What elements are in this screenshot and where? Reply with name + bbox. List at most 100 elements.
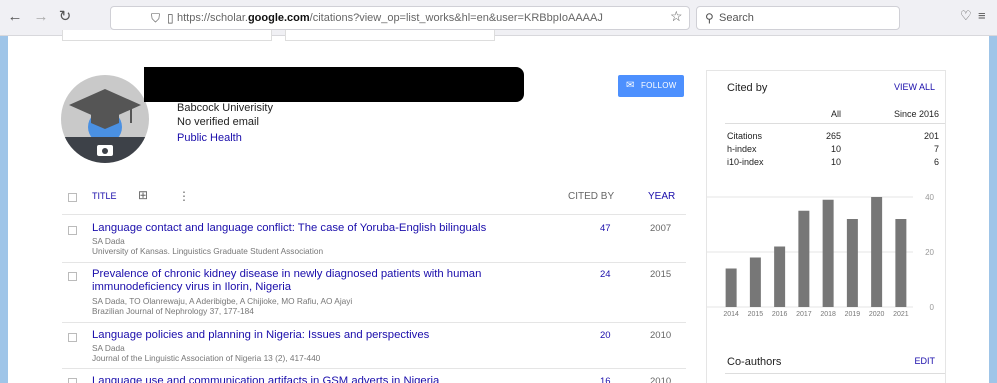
coauthors-divider xyxy=(725,373,945,374)
bar-2021[interactable] xyxy=(895,219,907,307)
avatar[interactable] xyxy=(61,75,149,163)
frame-right xyxy=(989,36,997,383)
search-icon: ⚲ xyxy=(705,11,714,25)
x-tick-label: 2018 xyxy=(820,311,836,318)
graduation-cap-avatar-icon xyxy=(61,89,149,163)
stats-col-all: All xyxy=(831,109,842,119)
x-tick-label: 2019 xyxy=(845,311,861,318)
redacted-name xyxy=(144,67,524,102)
article-year: 2010 xyxy=(650,330,672,341)
url-domain: google.com xyxy=(247,12,310,24)
citations-bar-chart: 40 20 0 2014 2015 2016 2017 2018 2019 2020 2021 xyxy=(707,193,935,318)
row-divider xyxy=(62,322,686,323)
page-icon[interactable]: ▯ xyxy=(167,11,174,25)
sort-by-cited[interactable]: CITED BY xyxy=(568,191,614,202)
back-icon[interactable]: ← xyxy=(6,8,24,26)
coauthors-heading: Co-authors xyxy=(727,356,782,368)
row-checkbox[interactable] xyxy=(68,272,77,281)
y-tick-label: 20 xyxy=(925,248,934,257)
article-venue: Journal of the Linguistic Association of… xyxy=(92,353,321,363)
research-interest-link[interactable]: Public Health xyxy=(177,132,242,144)
cited-by-link[interactable]: 20 xyxy=(600,330,611,341)
cited-by-link[interactable]: 16 xyxy=(600,376,611,383)
table-row: Language policies and planning in Nigeri… xyxy=(62,329,686,367)
article-title-link[interactable]: Language use and communication artifacts… xyxy=(92,375,522,383)
bar-2017[interactable] xyxy=(798,210,810,307)
article-authors: SA Dada xyxy=(92,343,125,353)
row-divider xyxy=(62,262,686,263)
table-row: Prevalence of chronic kidney disease in … xyxy=(62,268,686,320)
article-title-link[interactable]: Language policies and planning in Nigeri… xyxy=(92,329,522,342)
y-tick-label: 40 xyxy=(925,193,934,202)
browser-search-input[interactable]: ⚲ Search xyxy=(696,6,900,30)
frame-left xyxy=(0,36,8,383)
affiliation: Babcock Univerisity xyxy=(177,102,273,114)
y-tick-label: 0 xyxy=(930,303,935,312)
search-placeholder: Search xyxy=(719,12,754,24)
row-checkbox[interactable] xyxy=(68,378,77,383)
x-tick-label: 2016 xyxy=(772,311,788,318)
follow-label: FOLLOW xyxy=(641,81,677,90)
stat-since: 7 xyxy=(933,144,939,154)
article-title-link[interactable]: Prevalence of chronic kidney disease in … xyxy=(92,268,522,294)
x-tick-label: 2015 xyxy=(748,311,764,318)
x-tick-label: 2017 xyxy=(796,311,812,318)
stat-since: 6 xyxy=(933,157,939,167)
article-title-link[interactable]: Language contact and language conflict: … xyxy=(92,222,522,235)
bookmark-star-icon[interactable]: ☆ xyxy=(670,8,683,25)
table-row: Language use and communication artifacts… xyxy=(62,375,686,383)
article-venue: University of Kansas. Linguistics Gradua… xyxy=(92,246,324,256)
bar-2014[interactable] xyxy=(725,268,737,308)
more-options-icon[interactable]: ⋮ xyxy=(178,189,190,203)
bar-2015[interactable] xyxy=(749,257,761,308)
article-venue: Brazilian Journal of Nephrology 37, 177-… xyxy=(92,306,254,316)
row-checkbox[interactable] xyxy=(68,333,77,342)
select-all-checkbox[interactable] xyxy=(68,193,77,202)
article-year: 2010 xyxy=(650,376,672,383)
stats-col-since: Since 2016 xyxy=(893,109,939,119)
stats-divider xyxy=(725,123,945,124)
article-year: 2007 xyxy=(650,223,672,234)
menu-icon[interactable]: ≡ xyxy=(978,8,986,23)
follow-button[interactable]: ✉ FOLLOW xyxy=(618,75,684,97)
table-row: Language contact and language conflict: … xyxy=(62,222,686,260)
pocket-icon[interactable]: ♡ xyxy=(960,8,972,24)
url-prefix: https://scholar. xyxy=(177,12,248,24)
row-divider xyxy=(62,368,686,369)
cited-by-link[interactable]: 24 xyxy=(600,269,611,280)
url-bar[interactable]: ⛉ ▯ https://scholar.google.com/citations… xyxy=(110,6,690,30)
email-status: No verified email xyxy=(177,116,259,128)
cited-by-heading: Cited by xyxy=(727,82,768,94)
edit-coauthors-link[interactable]: EDIT xyxy=(914,356,935,366)
header-divider xyxy=(62,214,686,215)
x-tick-label: 2021 xyxy=(893,311,909,318)
sort-by-title[interactable]: TITLE xyxy=(92,191,117,201)
url-text[interactable]: https://scholar.google.com/citations?vie… xyxy=(177,12,603,24)
stat-since: 201 xyxy=(923,131,939,141)
stat-label: Citations xyxy=(727,131,763,141)
article-authors: SA Dada, TO Olanrewaju, A Aderibigbe, A … xyxy=(92,296,353,306)
bar-2020[interactable] xyxy=(871,197,883,307)
row-checkbox[interactable] xyxy=(68,226,77,235)
header-field-left[interactable] xyxy=(62,30,272,41)
bar-2018[interactable] xyxy=(822,199,834,307)
cited-by-panel: Cited by VIEW ALL All Since 2016 Citatio… xyxy=(706,70,946,383)
reload-icon[interactable]: ↻ xyxy=(56,8,74,26)
forward-icon[interactable]: → xyxy=(32,8,50,26)
bar-2016[interactable] xyxy=(774,246,786,308)
stat-all: 10 xyxy=(830,157,841,167)
stat-all: 10 xyxy=(830,144,841,154)
bar-2019[interactable] xyxy=(846,219,858,307)
x-tick-label: 2020 xyxy=(869,311,885,318)
stat-label: h-index xyxy=(727,144,757,154)
cited-by-link[interactable]: 47 xyxy=(600,223,611,234)
add-article-icon[interactable]: ⊞ xyxy=(138,188,148,202)
header-field-right[interactable] xyxy=(285,30,495,41)
shield-icon[interactable]: ⛉ xyxy=(151,11,160,26)
articles-table-header: TITLE ⊞ ⋮ CITED BY YEAR xyxy=(62,188,686,206)
url-suffix: /citations?view_op=list_works&hl=en&user… xyxy=(309,12,603,24)
sort-by-year[interactable]: YEAR xyxy=(648,191,675,202)
view-all-link[interactable]: VIEW ALL xyxy=(894,82,935,92)
mail-icon: ✉ xyxy=(626,80,635,91)
article-authors: SA Dada xyxy=(92,236,125,246)
